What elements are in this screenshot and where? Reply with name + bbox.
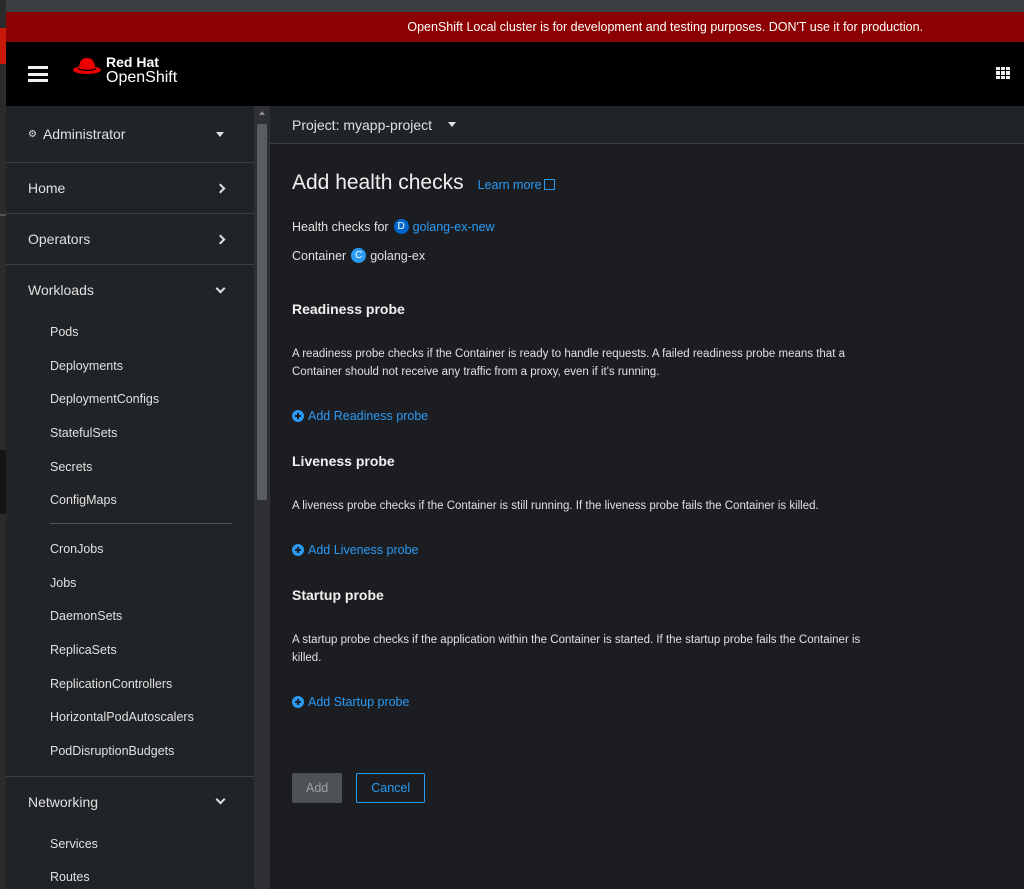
perspective-switcher[interactable]: ⚙ Administrator [6, 106, 254, 163]
sidebar-item-replicationcontrollers[interactable]: ReplicationControllers [6, 667, 254, 701]
top-window-bar [6, 0, 1024, 12]
health-checks-for-row: Health checks for D golang-ex-new [292, 219, 1024, 234]
learn-more-link[interactable]: Learn more [478, 178, 555, 192]
sidebar-item-jobs[interactable]: Jobs [6, 566, 254, 600]
sidebar-item-label: Networking [28, 793, 99, 810]
hamburger-menu-icon[interactable] [28, 66, 48, 82]
sidebar-item-cronjobs[interactable]: CronJobs [6, 532, 254, 566]
form-actions: Add Cancel [292, 773, 1024, 803]
readiness-probe-title: Readiness probe [292, 301, 405, 317]
add-liveness-label: Add Liveness probe [308, 543, 419, 557]
sidebar-item-poddisruptionbudgets[interactable]: PodDisruptionBudgets [6, 734, 254, 768]
sidebar-group-networking: Networking Services Routes [6, 777, 254, 889]
startup-probe-title: Startup probe [292, 587, 384, 603]
sidebar-item-workloads[interactable]: Workloads [6, 265, 254, 315]
masthead: Red Hat OpenShift [6, 42, 1024, 106]
add-liveness-probe-button[interactable]: Add Liveness probe [292, 543, 1024, 557]
perspective-label: Administrator [42, 126, 126, 142]
page-title-row: Add health checks Learn more [292, 171, 1024, 195]
banner-text: OpenShift Local cluster is for developme… [407, 20, 923, 34]
scroll-up-arrow-icon[interactable] [259, 111, 265, 115]
sidebar-item-services[interactable]: Services [6, 827, 254, 861]
main-content: Project: myapp-project Add health checks… [270, 106, 1024, 889]
chevron-right-icon [215, 234, 226, 244]
sidebar-item-deployments[interactable]: Deployments [6, 349, 254, 383]
redhat-hat-icon [73, 58, 101, 74]
add-readiness-label: Add Readiness probe [308, 409, 429, 423]
sidebar-item-networking[interactable]: Networking [6, 777, 254, 827]
sidebar-item-label: Workloads [28, 282, 94, 298]
project-label: Project: myapp-project [292, 116, 433, 133]
redhat-openshift-logo[interactable]: Red Hat OpenShift [72, 54, 178, 86]
sidebar-group-workloads: Workloads Pods Deployments DeploymentCon… [6, 265, 254, 777]
sidebar-divider [50, 523, 232, 525]
sidebar-item-horizontalpodautoscalers[interactable]: HorizontalPodAutoscalers [6, 701, 254, 735]
gears-icon: ⚙ [28, 128, 37, 140]
plus-circle-icon [292, 410, 304, 422]
sidebar-item-label: Home [28, 180, 66, 196]
deployment-link[interactable]: golang-ex-new [413, 220, 495, 234]
page-title: Add health checks [292, 171, 464, 194]
sidebar-item-home[interactable]: Home [6, 163, 254, 214]
plus-circle-icon [292, 544, 304, 556]
add-button[interactable]: Add [292, 773, 343, 803]
external-link-icon [543, 179, 555, 190]
app-launcher-grid-icon[interactable] [996, 67, 1010, 79]
plus-circle-icon [292, 696, 304, 708]
add-startup-probe-button[interactable]: Add Startup probe [292, 695, 1024, 709]
logo-line1: Red Hat [106, 54, 159, 70]
logo-line2: OpenShift [106, 69, 178, 86]
container-name: golang-ex [370, 248, 426, 263]
sidebar-item-configmaps[interactable]: ConfigMaps [6, 483, 254, 517]
sidebar-nav: ⚙ Administrator Home Operators Workloads… [6, 106, 254, 889]
sidebar-item-label: Operators [28, 231, 91, 247]
caret-down-icon [448, 122, 457, 127]
sidebar-item-deploymentconfigs[interactable]: DeploymentConfigs [6, 382, 254, 416]
container-badge: C [351, 248, 367, 263]
chevron-down-icon [215, 283, 226, 293]
readiness-probe-description: A readiness probe checks if the Containe… [292, 348, 845, 378]
liveness-probe-title: Liveness probe [292, 453, 395, 469]
sidebar-item-secrets[interactable]: Secrets [6, 450, 254, 484]
sidebar-item-replicasets[interactable]: ReplicaSets [6, 633, 254, 667]
add-startup-label: Add Startup probe [308, 695, 410, 709]
chevron-right-icon [215, 183, 226, 193]
liveness-probe-description: A liveness probe checks if the Container… [292, 500, 819, 512]
sidebar-item-routes[interactable]: Routes [6, 861, 254, 889]
deployment-badge: D [393, 219, 409, 234]
project-selector[interactable]: Project: myapp-project [270, 106, 1024, 144]
sidebar-item-pods[interactable]: Pods [6, 315, 254, 349]
sidebar-item-daemonsets[interactable]: DaemonSets [6, 600, 254, 634]
add-readiness-probe-button[interactable]: Add Readiness probe [292, 409, 1024, 423]
scrollbar-thumb[interactable] [257, 124, 267, 500]
health-checks-for-label: Health checks for [292, 219, 389, 234]
startup-probe-description: A startup probe checks if the applicatio… [292, 634, 861, 664]
cluster-warning-banner: OpenShift Local cluster is for developme… [6, 12, 1024, 42]
sidebar-item-operators[interactable]: Operators [6, 214, 254, 265]
sidebar-item-statefulsets[interactable]: StatefulSets [6, 416, 254, 450]
cancel-button[interactable]: Cancel [356, 773, 426, 803]
sidebar-scrollbar[interactable] [254, 106, 270, 889]
container-label: Container [292, 248, 347, 263]
container-row: Container C golang-ex [292, 248, 1024, 263]
caret-down-icon [216, 131, 224, 137]
chevron-down-icon [215, 794, 226, 805]
